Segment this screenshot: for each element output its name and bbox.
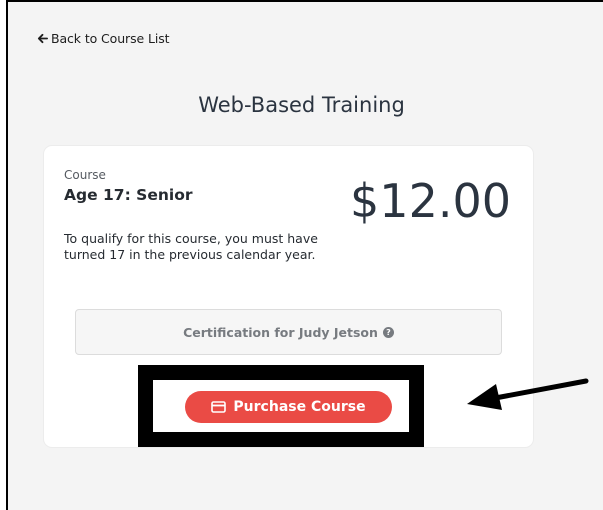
back-to-course-list-link[interactable]: Back to Course List bbox=[37, 31, 170, 46]
purchase-course-button[interactable]: Purchase Course bbox=[185, 391, 392, 423]
certification-box: Certification for Judy Jetson ? bbox=[75, 309, 502, 355]
purchase-button-label: Purchase Course bbox=[233, 399, 366, 415]
course-kicker: Course bbox=[64, 168, 106, 182]
page-title: Web-Based Training bbox=[198, 93, 405, 117]
course-description: To qualify for this course, you must hav… bbox=[64, 231, 318, 262]
question-circle-icon[interactable]: ? bbox=[382, 327, 394, 338]
course-price: $12.00 bbox=[350, 174, 511, 228]
back-link-label: Back to Course List bbox=[51, 31, 170, 46]
annotation-arrow-icon bbox=[467, 378, 589, 410]
certification-label: Certification for Judy Jetson bbox=[183, 324, 378, 340]
arrow-left-icon bbox=[37, 33, 48, 44]
course-name: Age 17: Senior bbox=[64, 186, 193, 204]
credit-card-icon bbox=[211, 401, 227, 413]
